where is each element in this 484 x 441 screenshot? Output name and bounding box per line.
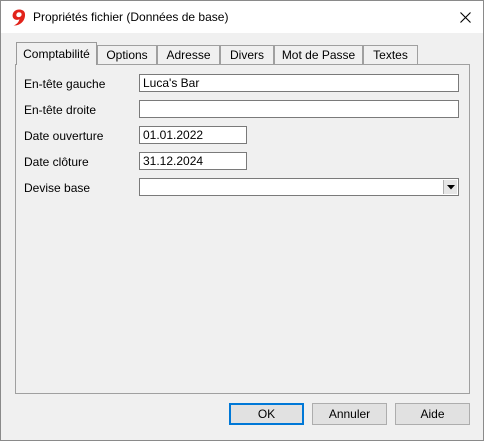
window-title: Propriétés fichier (Données de base) <box>33 10 229 24</box>
tab-adresse[interactable]: Adresse <box>157 45 220 64</box>
header-left-input[interactable] <box>139 74 459 92</box>
cancel-button[interactable]: Annuler <box>312 403 387 425</box>
header-right-label: En-tête droite <box>24 103 97 117</box>
dropdown-arrow-button[interactable] <box>443 180 457 194</box>
close-button[interactable] <box>447 1 483 33</box>
help-button[interactable]: Aide <box>395 403 470 425</box>
title-bar[interactable]: Propriétés fichier (Données de base) <box>1 1 483 33</box>
closing-date-label: Date clôture <box>24 155 89 169</box>
tab-label: Comptabilité <box>23 47 90 61</box>
close-icon <box>459 11 471 23</box>
tab-options[interactable]: Options <box>97 45 157 64</box>
tab-label: Divers <box>229 48 264 62</box>
chevron-down-icon <box>446 184 455 189</box>
header-left-label: En-tête gauche <box>24 77 106 91</box>
tab-comptabilite[interactable]: Comptabilité <box>16 42 97 65</box>
tab-label: Options <box>106 48 148 62</box>
tab-label: Textes <box>373 48 408 62</box>
base-currency-label: Devise base <box>24 181 91 195</box>
dialog-window: Propriétés fichier (Données de base) Com… <box>0 0 484 441</box>
tab-label: Adresse <box>166 48 211 62</box>
closing-date-input[interactable] <box>139 152 247 170</box>
tab-mot-de-passe[interactable]: Mot de Passe <box>274 45 363 64</box>
help-button-label: Aide <box>420 407 445 421</box>
header-right-input[interactable] <box>139 100 459 118</box>
banana-logo-icon <box>12 9 26 26</box>
tab-divers[interactable]: Divers <box>220 45 274 64</box>
base-currency-select[interactable] <box>139 178 459 196</box>
opening-date-input[interactable] <box>139 126 247 144</box>
cancel-button-label: Annuler <box>328 407 371 421</box>
opening-date-label: Date ouverture <box>24 129 104 143</box>
ok-button-label: OK <box>257 407 276 421</box>
ok-button[interactable]: OK <box>229 403 304 425</box>
tab-label: Mot de Passe <box>281 48 356 62</box>
tab-textes[interactable]: Textes <box>363 45 418 64</box>
